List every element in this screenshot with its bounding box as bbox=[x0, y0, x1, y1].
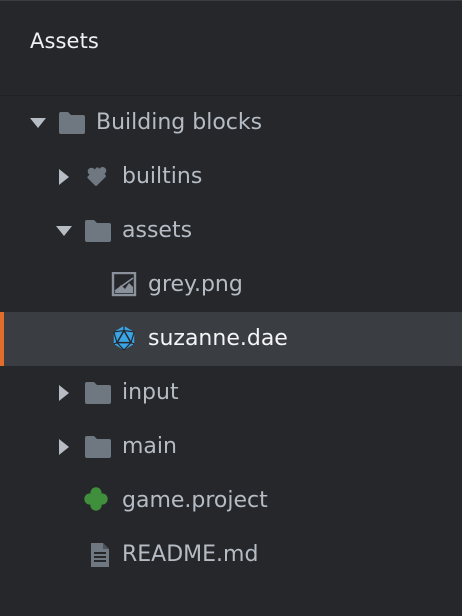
tree-item-label: main bbox=[122, 434, 177, 459]
selection-indicator bbox=[0, 312, 4, 366]
chevron-right-icon[interactable] bbox=[55, 438, 73, 456]
folder-icon bbox=[85, 220, 111, 242]
tree-item-label: README.md bbox=[122, 542, 259, 567]
tree-item-building-blocks[interactable]: Building blocks bbox=[0, 96, 462, 150]
tree-item-input[interactable]: input bbox=[0, 366, 462, 420]
tree-item-label: Building blocks bbox=[96, 110, 263, 135]
tree-item-assets[interactable]: assets bbox=[0, 204, 462, 258]
puzzle-piece-icon bbox=[87, 167, 107, 186]
tree-item-label: builtins bbox=[122, 164, 203, 189]
tree-item-label: game.project bbox=[122, 488, 268, 513]
tree-item-builtins[interactable]: builtins bbox=[0, 150, 462, 204]
folder-icon bbox=[59, 112, 85, 134]
folder-icon bbox=[85, 436, 111, 458]
tree-item-grey-png[interactable]: grey.png bbox=[0, 258, 462, 312]
chevron-down-icon[interactable] bbox=[55, 222, 73, 240]
folder-icon bbox=[85, 382, 111, 404]
tree-item-label: suzanne.dae bbox=[148, 326, 288, 351]
tree-item-main[interactable]: main bbox=[0, 420, 462, 474]
collada-model-icon bbox=[113, 325, 135, 351]
tree-item-label: input bbox=[122, 380, 179, 405]
tree-item-suzanne-dae[interactable]: suzanne.dae bbox=[0, 312, 462, 366]
chevron-right-icon[interactable] bbox=[55, 384, 73, 402]
tree-item-label: assets bbox=[122, 218, 193, 243]
image-file-icon bbox=[111, 272, 137, 297]
panel-title: Assets bbox=[30, 29, 99, 53]
document-file-icon bbox=[91, 543, 109, 567]
tree-item-game-project[interactable]: game.project bbox=[0, 474, 462, 528]
chevron-down-icon[interactable] bbox=[29, 114, 47, 132]
game-project-icon bbox=[84, 487, 108, 511]
tree-item-label: grey.png bbox=[148, 272, 243, 297]
tree-item-readme-md[interactable]: README.md bbox=[0, 528, 462, 582]
assets-panel: Assets Building blocks builtins assets g… bbox=[0, 0, 462, 616]
chevron-right-icon[interactable] bbox=[55, 168, 73, 186]
